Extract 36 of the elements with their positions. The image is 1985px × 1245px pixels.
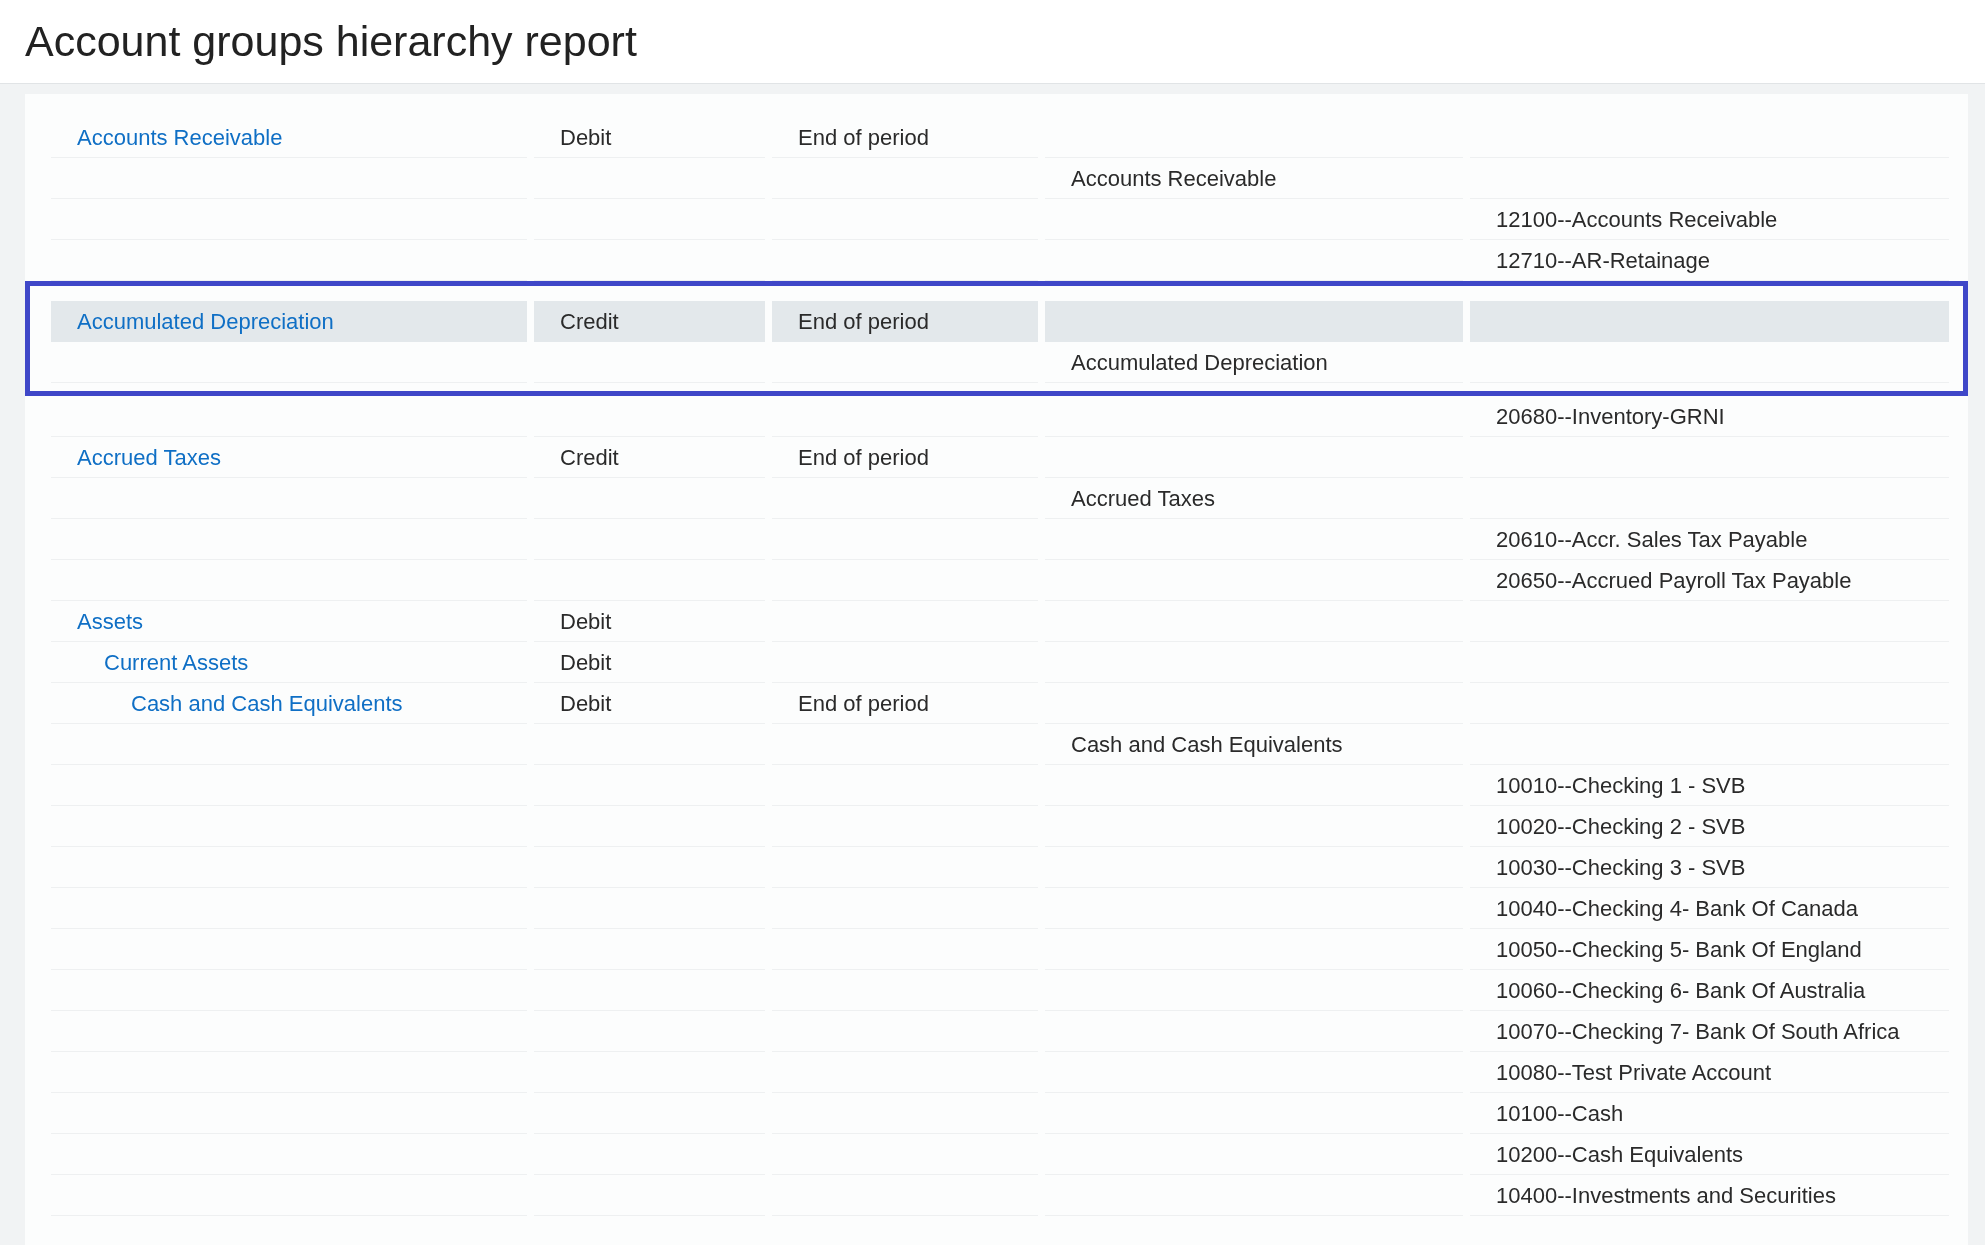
table-cell: End of period bbox=[772, 117, 1038, 158]
table-cell: 10100--Cash bbox=[1470, 1093, 1949, 1134]
table-cell: Debit bbox=[534, 642, 765, 683]
table-cell: Accrued Taxes bbox=[1045, 478, 1463, 519]
table-cell: Credit bbox=[534, 301, 765, 342]
page-title: Account groups hierarchy report bbox=[25, 15, 637, 67]
table-cell: 12710--AR-Retainage bbox=[1470, 240, 1949, 281]
group-link[interactable]: Cash and Cash Equivalents bbox=[131, 686, 403, 720]
table-cell: 10040--Checking 4- Bank Of Canada bbox=[1470, 888, 1949, 929]
group-link[interactable]: Assets bbox=[77, 604, 144, 638]
table-cell: Debit bbox=[534, 683, 765, 724]
table-cell: 10200--Cash Equivalents bbox=[1470, 1134, 1949, 1175]
table-cell: End of period bbox=[772, 683, 1038, 724]
group-link[interactable]: Accrued Taxes bbox=[77, 440, 221, 474]
table-cell: 10070--Checking 7- Bank Of South Africa bbox=[1470, 1011, 1949, 1052]
table-cell: 20650--Accrued Payroll Tax Payable bbox=[1470, 560, 1949, 601]
table-cell: Credit bbox=[534, 437, 765, 478]
table-cell: 10010--Checking 1 - SVB bbox=[1470, 765, 1949, 806]
group-link[interactable]: Accounts Receivable bbox=[77, 120, 283, 154]
table-cell: 20680--Inventory-GRNI bbox=[1470, 396, 1949, 437]
group-link[interactable]: Current Assets bbox=[104, 645, 249, 679]
table-cell: Accounts Receivable bbox=[1045, 158, 1463, 199]
table-cell: Debit bbox=[534, 601, 765, 642]
table-cell: 10050--Checking 5- Bank Of England bbox=[1470, 929, 1949, 970]
table-cell: Cash and Cash Equivalents bbox=[1045, 724, 1463, 765]
table-cell: 12100--Accounts Receivable bbox=[1470, 199, 1949, 240]
table-cell: End of period bbox=[772, 301, 1038, 342]
table-cell: 10030--Checking 3 - SVB bbox=[1470, 847, 1949, 888]
table-cell: 10080--Test Private Account bbox=[1470, 1052, 1949, 1093]
table-cell: 10400--Investments and Securities bbox=[1470, 1175, 1949, 1216]
table-cell: 10020--Checking 2 - SVB bbox=[1470, 806, 1949, 847]
table-cell: Debit bbox=[534, 117, 765, 158]
table-cell: End of period bbox=[772, 437, 1038, 478]
table-cell: 20610--Accr. Sales Tax Payable bbox=[1470, 519, 1949, 560]
table-cell: 10060--Checking 6- Bank Of Australia bbox=[1470, 970, 1949, 1011]
table-cell: Accumulated Depreciation bbox=[1045, 342, 1463, 383]
